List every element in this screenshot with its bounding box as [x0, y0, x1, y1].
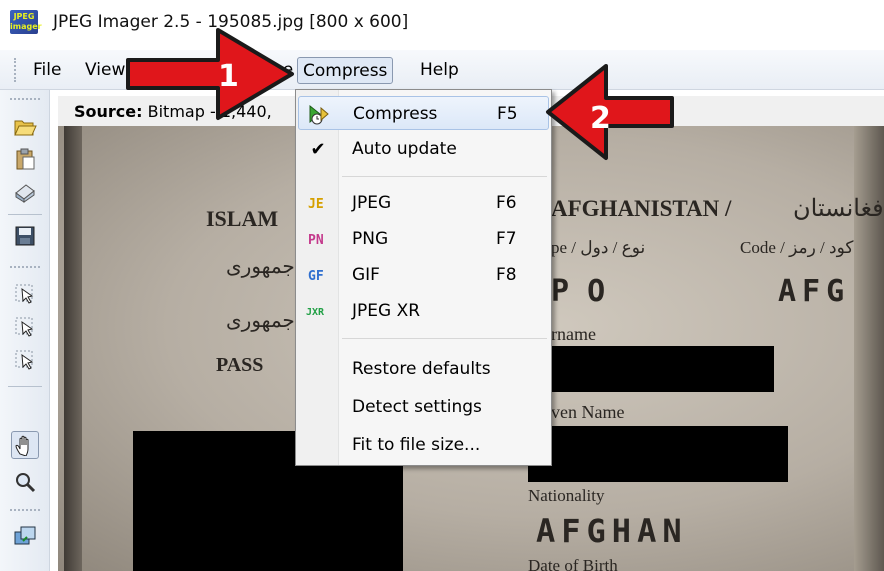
redaction-box	[528, 426, 788, 482]
save-icon[interactable]	[11, 222, 39, 250]
passport-arabic-text: جمهوری	[226, 256, 295, 278]
annotation-arrow-1-number: 1	[218, 59, 239, 94]
menu-help[interactable]: Help	[415, 57, 464, 84]
passport-code-value: AFG	[778, 274, 851, 309]
select-arrow-icon[interactable]	[11, 346, 39, 374]
menu-item-shortcut: F5	[497, 104, 518, 124]
menu-item-label: Fit to file size...	[352, 435, 481, 455]
redaction-box	[538, 346, 774, 392]
toolbar-separator	[8, 214, 42, 215]
check-icon: ✔	[310, 138, 326, 160]
toolbar-grip[interactable]	[10, 509, 40, 512]
menu-item-label: Restore defaults	[352, 359, 491, 379]
menu-item-label: GIF	[352, 265, 380, 285]
menu-item-jpeg[interactable]: JE JPEG F6	[298, 186, 549, 220]
menu-item-png[interactable]: PN PNG F7	[298, 222, 549, 256]
jpegxr-icon: JXR	[304, 297, 332, 325]
select-arrow-icon[interactable]	[11, 280, 39, 308]
passport-country-text: AFGHANISTAN /	[551, 196, 732, 221]
menu-item-label: Compress	[353, 104, 438, 124]
jpeg-icon: JE	[304, 189, 332, 217]
passport-type-value: P O	[551, 274, 606, 309]
canvas-right-frame	[854, 126, 884, 571]
menu-item-restore-defaults[interactable]: Restore defaults	[298, 352, 549, 386]
menu-item-detect-settings[interactable]: Detect settings	[298, 390, 549, 424]
passport-country-arabic: افغانستان	[793, 196, 884, 222]
menu-separator	[342, 338, 547, 339]
toolbar-grip[interactable]	[10, 266, 40, 269]
toolbar-grip[interactable]	[10, 98, 40, 101]
zoom-icon[interactable]	[11, 468, 39, 496]
menu-item-shortcut: F8	[496, 265, 517, 285]
passport-nationality-label: Nationality	[528, 486, 605, 505]
svg-text:GF: GF	[308, 269, 324, 284]
menu-grip[interactable]	[14, 58, 17, 82]
compress-icon	[305, 100, 333, 128]
svg-text:PN: PN	[308, 233, 324, 248]
passport-islam-text: ISLAM	[206, 206, 279, 231]
toolbar-separator	[8, 386, 42, 387]
paste-icon[interactable]	[11, 145, 39, 173]
menu-item-shortcut: F7	[496, 229, 517, 249]
menu-item-gif[interactable]: GF GIF F8	[298, 258, 549, 292]
passport-code-text: Code / کود / رمز	[740, 238, 854, 257]
menu-item-label: JPEG XR	[352, 301, 421, 321]
compress-dropdown-menu: Compress F5 ✔ Auto update JE JPEG F6 PN …	[295, 89, 552, 466]
scanner-icon[interactable]	[11, 178, 39, 206]
resize-image-icon[interactable]	[11, 522, 39, 550]
passport-nationality-value: AFGHAN	[536, 512, 688, 550]
menu-item-label: PNG	[352, 229, 389, 249]
menu-item-label: Detect settings	[352, 397, 482, 417]
menu-item-shortcut: F6	[496, 193, 517, 213]
open-folder-icon[interactable]	[11, 112, 39, 140]
menu-item-auto-update[interactable]: ✔ Auto update	[298, 132, 549, 166]
passport-type-text: pe / نوع / دول	[551, 238, 646, 257]
left-toolbar	[0, 90, 50, 571]
select-arrow-icon[interactable]	[11, 313, 39, 341]
svg-text:JXR: JXR	[306, 307, 325, 318]
menu-item-label: JPEG	[352, 193, 392, 213]
passport-given-name-label: ven Name	[551, 402, 625, 422]
passport-arabic-text: جمهوری	[226, 310, 295, 332]
passport-dob-label: Date of Birth	[528, 556, 618, 571]
canvas-left-frame	[64, 126, 82, 571]
menu-item-compress[interactable]: Compress F5	[298, 96, 549, 130]
passport-label-text: PASS	[216, 354, 264, 376]
annotation-arrow-1: 1	[126, 28, 294, 120]
png-icon: PN	[304, 225, 332, 253]
app-logo-icon: JPEG imager	[10, 10, 42, 34]
passport-surname-label: rname	[551, 324, 596, 344]
menu-item-fit-to-file-size[interactable]: Fit to file size...	[298, 428, 549, 462]
hand-pan-icon[interactable]	[11, 431, 39, 459]
menu-compress[interactable]: Compress	[297, 57, 394, 84]
gif-icon: GF	[304, 261, 332, 289]
menu-item-label: Auto update	[352, 139, 457, 159]
menu-item-jpeg-xr[interactable]: JXR JPEG XR	[298, 294, 549, 328]
menu-separator	[342, 176, 547, 177]
svg-text:JE: JE	[308, 197, 324, 212]
menu-file[interactable]: File	[28, 57, 66, 84]
annotation-arrow-2-number: 2	[590, 101, 611, 136]
annotation-arrow-2: 2	[546, 64, 674, 160]
